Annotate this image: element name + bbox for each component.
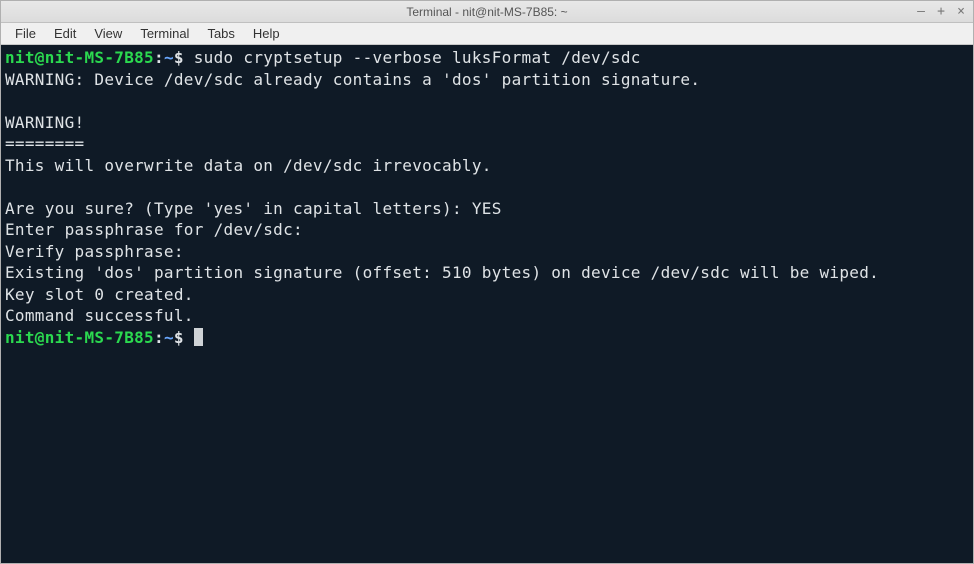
prompt-colon: : [154, 328, 164, 347]
menu-file[interactable]: File [7, 24, 44, 43]
output-line: Verify passphrase: [5, 242, 194, 261]
close-button[interactable]: × [955, 5, 967, 18]
prompt-sigil: $ [174, 48, 194, 67]
menu-terminal[interactable]: Terminal [132, 24, 197, 43]
menu-help[interactable]: Help [245, 24, 288, 43]
output-line: Enter passphrase for /dev/sdc: [5, 220, 313, 239]
prompt-user-host: nit@nit-MS-7B85 [5, 328, 154, 347]
window-title: Terminal - nit@nit-MS-7B85: ~ [406, 5, 567, 19]
prompt-user-host: nit@nit-MS-7B85 [5, 48, 154, 67]
command-1: sudo cryptsetup --verbose luksFormat /de… [194, 48, 641, 67]
output-line: ======== [5, 134, 84, 153]
minimize-button[interactable]: – [915, 5, 927, 18]
menu-edit[interactable]: Edit [46, 24, 84, 43]
menu-view[interactable]: View [86, 24, 130, 43]
title-bar[interactable]: Terminal - nit@nit-MS-7B85: ~ – + × [1, 1, 973, 23]
terminal-cursor [194, 328, 203, 346]
terminal-window: Terminal - nit@nit-MS-7B85: ~ – + × File… [0, 0, 974, 564]
menu-bar: File Edit View Terminal Tabs Help [1, 23, 973, 45]
prompt-sigil: $ [174, 328, 194, 347]
prompt-path: ~ [164, 48, 174, 67]
output-line: Are you sure? (Type 'yes' in capital let… [5, 199, 502, 218]
output-line: This will overwrite data on /dev/sdc irr… [5, 156, 492, 175]
terminal-content[interactable]: nit@nit-MS-7B85:~$ sudo cryptsetup --ver… [1, 45, 973, 563]
output-line: Command successful. [5, 306, 194, 325]
prompt-colon: : [154, 48, 164, 67]
maximize-button[interactable]: + [935, 5, 947, 18]
menu-tabs[interactable]: Tabs [199, 24, 242, 43]
window-controls: – + × [915, 1, 967, 22]
output-line: WARNING! [5, 113, 84, 132]
output-line: WARNING: Device /dev/sdc already contain… [5, 70, 700, 89]
output-line: Key slot 0 created. [5, 285, 194, 304]
output-line: Existing 'dos' partition signature (offs… [5, 263, 879, 282]
prompt-path: ~ [164, 328, 174, 347]
